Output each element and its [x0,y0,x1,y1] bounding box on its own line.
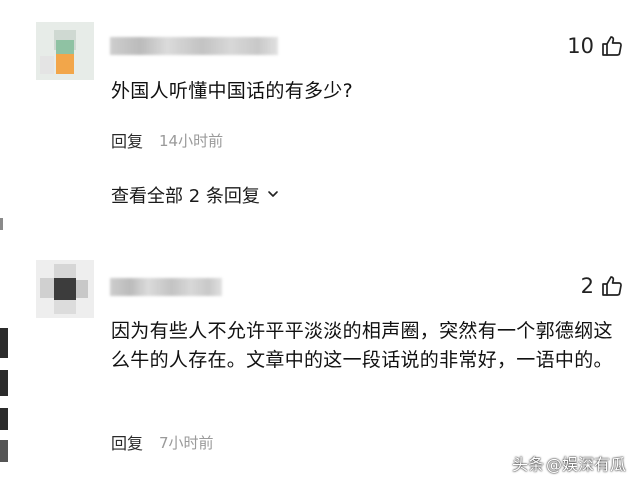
username-blurred[interactable] [110,278,222,296]
comment-item: 10 外国人听懂中国话的有多少? 回复 14小时前 查看全部 2 条回复 [0,0,640,230]
comment-feed: 10 外国人听懂中国话的有多少? 回复 14小时前 查看全部 2 条回复 2 因… [0,0,640,487]
watermark: 头条 @娱深有瓜 [512,451,626,475]
comment-time: 7小时前 [159,433,214,452]
comment-meta: 回复 7小时前 [111,430,214,454]
thumbs-up-icon [600,34,624,58]
avatar[interactable] [36,22,94,80]
view-all-replies-label: 查看全部 2 条回复 [111,186,260,207]
chevron-down-icon [266,185,280,206]
reply-button[interactable]: 回复 [111,430,143,454]
watermark-platform: 头条 [511,455,544,474]
reply-button[interactable]: 回复 [111,128,143,152]
comment-meta: 回复 14小时前 [111,128,223,152]
comment-time: 14小时前 [159,131,224,150]
watermark-account: @娱深有瓜 [545,455,626,474]
avatar[interactable] [36,260,94,318]
comment-text: 因为有些人不允许平平淡淡的相声圈，突然有一个郭德纲这么牛的人存在。文章中的这一段… [111,320,613,371]
thumbs-up-icon [600,274,624,298]
like-button[interactable]: 2 [581,274,624,298]
comment-text: 外国人听懂中国话的有多少? [111,80,353,102]
view-all-replies-button[interactable]: 查看全部 2 条回复 [111,182,280,208]
like-count: 2 [580,274,594,298]
like-button[interactable]: 10 [567,34,624,58]
like-count: 10 [567,34,594,58]
username-blurred[interactable] [110,37,278,55]
